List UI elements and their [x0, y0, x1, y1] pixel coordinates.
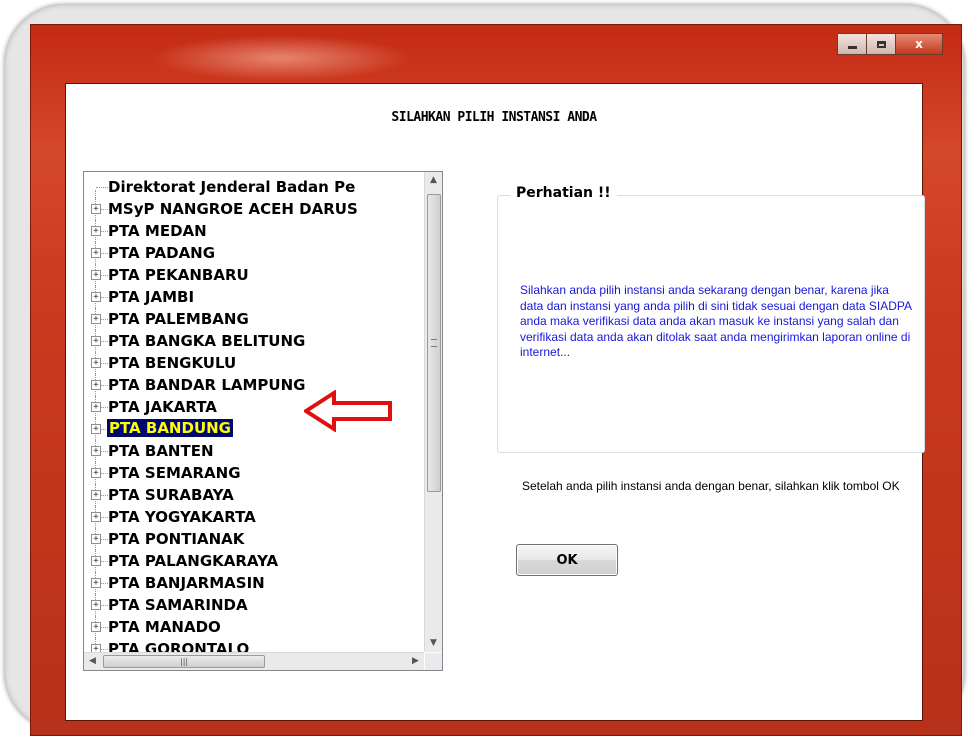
- horizontal-scroll-thumb[interactable]: |||: [103, 655, 265, 668]
- tree-item[interactable]: + MSyP NANGROE ACEH DARUS: [84, 198, 424, 220]
- title-bar[interactable]: x: [31, 25, 961, 81]
- vertical-scrollbar[interactable]: ▲ ▼: [424, 172, 442, 652]
- expand-plus-icon[interactable]: +: [91, 424, 101, 434]
- expand-plus-icon[interactable]: +: [91, 358, 101, 368]
- notice-text: Silahkan anda pilih instansi anda sekara…: [520, 283, 912, 359]
- expand-plus-icon[interactable]: +: [91, 578, 101, 588]
- dialog-client-area: SILAHKAN PILIH INSTANSI ANDA Direktorat …: [65, 83, 925, 721]
- tree-item-label: PTA BANDUNG: [107, 419, 233, 437]
- tree-item[interactable]: + PTA MANADO: [84, 616, 424, 638]
- tree-item[interactable]: + PTA JAMBI: [84, 286, 424, 308]
- tree-item-label: PTA YOGYAKARTA: [108, 508, 256, 526]
- tree-item[interactable]: + PTA SURABAYA: [84, 484, 424, 506]
- instruction-text: Setelah anda pilih instansi anda dengan …: [522, 479, 900, 493]
- scroll-up-icon[interactable]: ▲: [425, 172, 442, 189]
- expand-plus-icon[interactable]: +: [91, 204, 101, 214]
- tree-item-label: PTA PADANG: [108, 244, 216, 262]
- expand-plus-icon[interactable]: +: [91, 556, 101, 566]
- notice-title: Perhatian !!: [510, 185, 617, 201]
- tree-connector: [96, 187, 108, 188]
- scroll-down-icon[interactable]: ▼: [425, 635, 442, 652]
- tree-item[interactable]: + PTA PALEMBANG: [84, 308, 424, 330]
- vertical-scroll-thumb[interactable]: [427, 194, 441, 492]
- expand-plus-icon[interactable]: +: [91, 600, 101, 610]
- grip-icon: [431, 339, 437, 347]
- tree-item-label: PTA MEDAN: [108, 222, 207, 240]
- tree-item[interactable]: + PTA SEMARANG: [84, 462, 424, 484]
- expand-plus-icon[interactable]: +: [91, 380, 101, 390]
- tree-item-label: PTA SEMARANG: [108, 464, 241, 482]
- expand-plus-icon[interactable]: +: [91, 292, 101, 302]
- tree-item[interactable]: + PTA BANGKA BELITUNG: [84, 330, 424, 352]
- close-button[interactable]: x: [895, 33, 943, 55]
- tree-item[interactable]: + PTA BANTEN: [84, 440, 424, 462]
- tree-item-label: PTA JAKARTA: [108, 398, 217, 416]
- tree-item-label: PTA PONTIANAK: [108, 530, 245, 548]
- expand-plus-icon[interactable]: +: [91, 402, 101, 412]
- title-bar-sheen: [151, 35, 411, 81]
- tree-item-label: PTA BANGKA BELITUNG: [108, 332, 306, 350]
- scroll-left-icon[interactable]: ◀: [84, 653, 101, 670]
- tree-item-label: MSyP NANGROE ACEH DARUS: [108, 200, 358, 218]
- minimize-button[interactable]: [837, 33, 867, 55]
- expand-plus-icon[interactable]: +: [91, 512, 101, 522]
- tree-item[interactable]: + PTA YOGYAKARTA: [84, 506, 424, 528]
- tree-item-label: PTA BANDAR LAMPUNG: [108, 376, 306, 394]
- tree-item-label: PTA MANADO: [108, 618, 221, 636]
- tree-item-label: PTA PALANGKARAYA: [108, 552, 279, 570]
- grip-icon: |||: [180, 657, 189, 666]
- scroll-right-icon[interactable]: ▶: [407, 653, 424, 670]
- dialog-window: x SILAHKAN PILIH INSTANSI ANDA Direktora…: [30, 24, 962, 736]
- tree-line: [95, 190, 96, 198]
- tree-root-label: Direktorat Jenderal Badan Pe: [108, 178, 356, 196]
- left-arrow-annotation-icon: [304, 390, 392, 432]
- page-title: SILAHKAN PILIH INSTANSI ANDA: [391, 110, 597, 125]
- tree-item[interactable]: + PTA PEKANBARU: [84, 264, 424, 286]
- tree-item-label: PTA BENGKULU: [108, 354, 237, 372]
- tree-root-item[interactable]: Direktorat Jenderal Badan Pe: [84, 176, 424, 198]
- expand-plus-icon[interactable]: +: [91, 248, 101, 258]
- tree-item-label: PTA PALEMBANG: [108, 310, 249, 328]
- tree-item-label: PTA BANTEN: [108, 442, 214, 460]
- close-icon: x: [915, 37, 923, 51]
- tree-item-label: PTA BANJARMASIN: [108, 574, 265, 592]
- maximize-icon: [876, 40, 886, 48]
- horizontal-scrollbar[interactable]: ◀ ||| ▶: [84, 652, 424, 670]
- tree-item[interactable]: + PTA MEDAN: [84, 220, 424, 242]
- expand-plus-icon[interactable]: +: [91, 490, 101, 500]
- tree-item[interactable]: + PTA PONTIANAK: [84, 528, 424, 550]
- caption-buttons: x: [837, 33, 943, 55]
- tree-item-label: PTA SAMARINDA: [108, 596, 248, 614]
- tree-item[interactable]: + PTA PALANGKARAYA: [84, 550, 424, 572]
- tree-item[interactable]: + PTA BANJARMASIN: [84, 572, 424, 594]
- expand-plus-icon[interactable]: +: [91, 226, 101, 236]
- tree-item-label: PTA JAMBI: [108, 288, 195, 306]
- minimize-icon: [847, 46, 857, 49]
- expand-plus-icon[interactable]: +: [91, 446, 101, 456]
- expand-plus-icon[interactable]: +: [91, 270, 101, 280]
- expand-plus-icon[interactable]: +: [91, 314, 101, 324]
- tree-item[interactable]: + PTA SAMARINDA: [84, 594, 424, 616]
- maximize-button[interactable]: [866, 33, 896, 55]
- scrollbar-corner: [425, 653, 442, 670]
- ok-button[interactable]: OK: [516, 544, 618, 576]
- expand-plus-icon[interactable]: +: [91, 622, 101, 632]
- expand-plus-icon[interactable]: +: [91, 468, 101, 478]
- notice-group-box: Perhatian !! Silahkan anda pilih instans…: [497, 185, 925, 453]
- expand-plus-icon[interactable]: +: [91, 534, 101, 544]
- tree-item-label: PTA SURABAYA: [108, 486, 234, 504]
- tree-item-label: PTA PEKANBARU: [108, 266, 249, 284]
- tree-item[interactable]: + PTA PADANG: [84, 242, 424, 264]
- expand-plus-icon[interactable]: +: [91, 336, 101, 346]
- tree-item[interactable]: + PTA BENGKULU: [84, 352, 424, 374]
